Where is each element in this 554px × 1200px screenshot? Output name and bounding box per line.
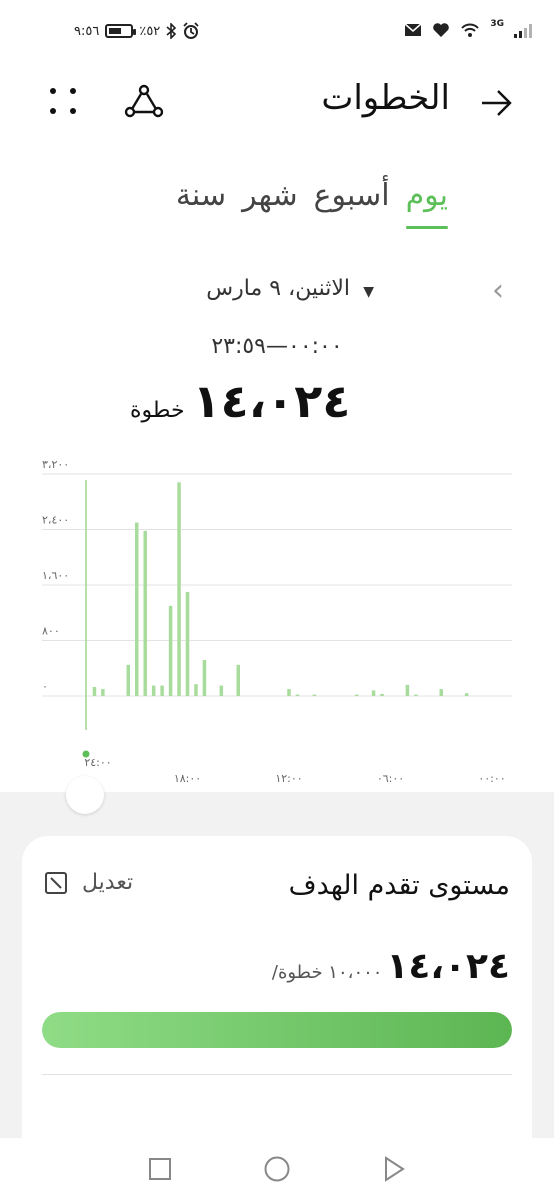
steps-chart[interactable]: ٣،٢٠٠ ٢،٤٠٠ ١،٦٠٠ ٨٠٠ ٠ ٢٤:٠٠ ١٨:٠٠ ١٢:٠٠ ٠٦:٠٠ ٠… xyxy=(0,440,554,800)
status-right: 3G xyxy=(404,19,532,38)
y-tick-label: ١،٦٠٠ xyxy=(42,569,69,582)
share-icon[interactable] xyxy=(124,84,164,120)
chart-bar xyxy=(295,694,300,696)
chart-bar xyxy=(354,694,359,696)
steps-value: ١٤،٠٢٤ xyxy=(192,374,351,428)
chart-bar xyxy=(194,684,198,696)
y-tick-label: ٨٠٠ xyxy=(42,625,60,638)
circle-icon[interactable] xyxy=(257,1152,297,1186)
goal-card-title: مستوى تقدم الهدف xyxy=(288,870,510,901)
date-selector[interactable]: الاثنين، ٩ مارس xyxy=(206,276,350,301)
chart-bar xyxy=(185,591,190,696)
chart-bar xyxy=(92,686,97,696)
chart-bar xyxy=(143,530,147,696)
goal-current: ١٤،٠٢٤ xyxy=(386,946,510,987)
screen: { "status_bar": { "time": "٩:٥٦", "batte… xyxy=(0,0,554,1200)
app-header: الخطوات xyxy=(0,70,554,134)
chart-bar xyxy=(168,605,173,696)
y-tick-label: ٠ xyxy=(42,680,48,693)
date-row: الاثنين، ٩ مارس ▼ ‹ xyxy=(0,276,554,312)
chart-bar xyxy=(101,689,105,696)
divider xyxy=(42,1074,512,1075)
chart-bar xyxy=(287,689,291,696)
bluetooth-icon xyxy=(166,23,177,39)
wifi-icon xyxy=(461,23,480,37)
goal-target: /١٠،٠٠٠ خطوة xyxy=(271,962,383,983)
x-tick-label: ٢٤:٠٠ xyxy=(84,756,111,769)
heart-icon xyxy=(433,23,450,37)
chart-bar xyxy=(414,694,418,696)
steps-unit: خطوة xyxy=(130,398,185,423)
chart-bar xyxy=(219,685,224,696)
chart-bar xyxy=(126,664,131,696)
time-range: ٠٠:٠٠—٢٣:٥٩ xyxy=(211,334,343,359)
chart-bar xyxy=(439,689,443,696)
chart-bar xyxy=(160,685,164,696)
chart-bar xyxy=(202,659,207,696)
square-icon[interactable] xyxy=(140,1152,180,1186)
chevron-left-icon[interactable]: ‹ xyxy=(492,276,504,306)
chart-bar xyxy=(135,522,139,696)
caret-down-icon[interactable]: ▼ xyxy=(363,284,374,300)
arrow-right-icon[interactable] xyxy=(480,86,514,120)
tab-week[interactable]: أسبوع xyxy=(314,178,390,223)
chart-bar xyxy=(236,664,240,696)
goal-progress-fill xyxy=(42,1012,512,1048)
mail-icon xyxy=(404,23,422,36)
chart-bar xyxy=(312,694,317,696)
x-tick-label: ٠٦:٠٠ xyxy=(377,772,404,785)
chart-bar xyxy=(405,684,410,696)
clock-time: ٩:٥٦ xyxy=(74,23,100,39)
tab-month[interactable]: شهر xyxy=(242,178,298,223)
battery-icon xyxy=(105,24,137,38)
x-tick-label: ٠٠:٠٠ xyxy=(478,772,505,785)
chart-bar xyxy=(151,685,156,696)
period-tabs: يوم أسبوع شهر سنة xyxy=(118,178,449,238)
alarm-icon xyxy=(183,22,199,39)
edit-button[interactable]: تعديل xyxy=(44,870,133,895)
signal-icon xyxy=(514,22,532,38)
page-title: الخطوات xyxy=(321,78,450,118)
goal-progress-bar xyxy=(42,1012,512,1048)
dots-grid-icon[interactable] xyxy=(48,86,78,116)
system-nav-bar xyxy=(0,1138,554,1200)
chart-bar xyxy=(464,693,469,696)
chart-scrubber-handle[interactable] xyxy=(66,776,104,814)
y-tick-label: ٢،٤٠٠ xyxy=(42,514,69,527)
steps-total: خطوة ١٤،٠٢٤ xyxy=(130,374,350,428)
chart-bar xyxy=(371,690,376,696)
y-tick-label: ٣،٢٠٠ xyxy=(42,458,69,471)
chart-bar xyxy=(177,482,181,696)
x-tick-label: ١٢:٠٠ xyxy=(275,772,302,785)
triangle-back-icon[interactable] xyxy=(374,1152,414,1186)
status-bar: ٩:٥٦ ٪٥٢ 3G xyxy=(0,0,554,66)
goal-progress-text: /١٠،٠٠٠ خطوة ١٤،٠٢٤ xyxy=(272,946,510,987)
x-tick-label: ١٨:٠٠ xyxy=(174,772,201,785)
goal-card: مستوى تقدم الهدف تعديل /١٠،٠٠٠ خطوة ١٤،٠… xyxy=(22,836,532,1166)
status-left: ٩:٥٦ ٪٥٢ xyxy=(74,22,200,40)
steps-chart-svg: ٣،٢٠٠ ٢،٤٠٠ ١،٦٠٠ ٨٠٠ ٠ ٢٤:٠٠ ١٨:٠٠ ١٢:٠٠ ٠٦:٠٠ ٠… xyxy=(42,458,512,785)
network-type: 3G xyxy=(490,19,504,29)
tab-day[interactable]: يوم xyxy=(405,178,449,229)
battery-percent: ٪٥٢ xyxy=(139,23,161,39)
edit-icon xyxy=(45,871,67,894)
tab-year[interactable]: سنة xyxy=(176,178,226,223)
chart-bar xyxy=(380,693,384,696)
edit-label: تعديل xyxy=(82,870,134,895)
